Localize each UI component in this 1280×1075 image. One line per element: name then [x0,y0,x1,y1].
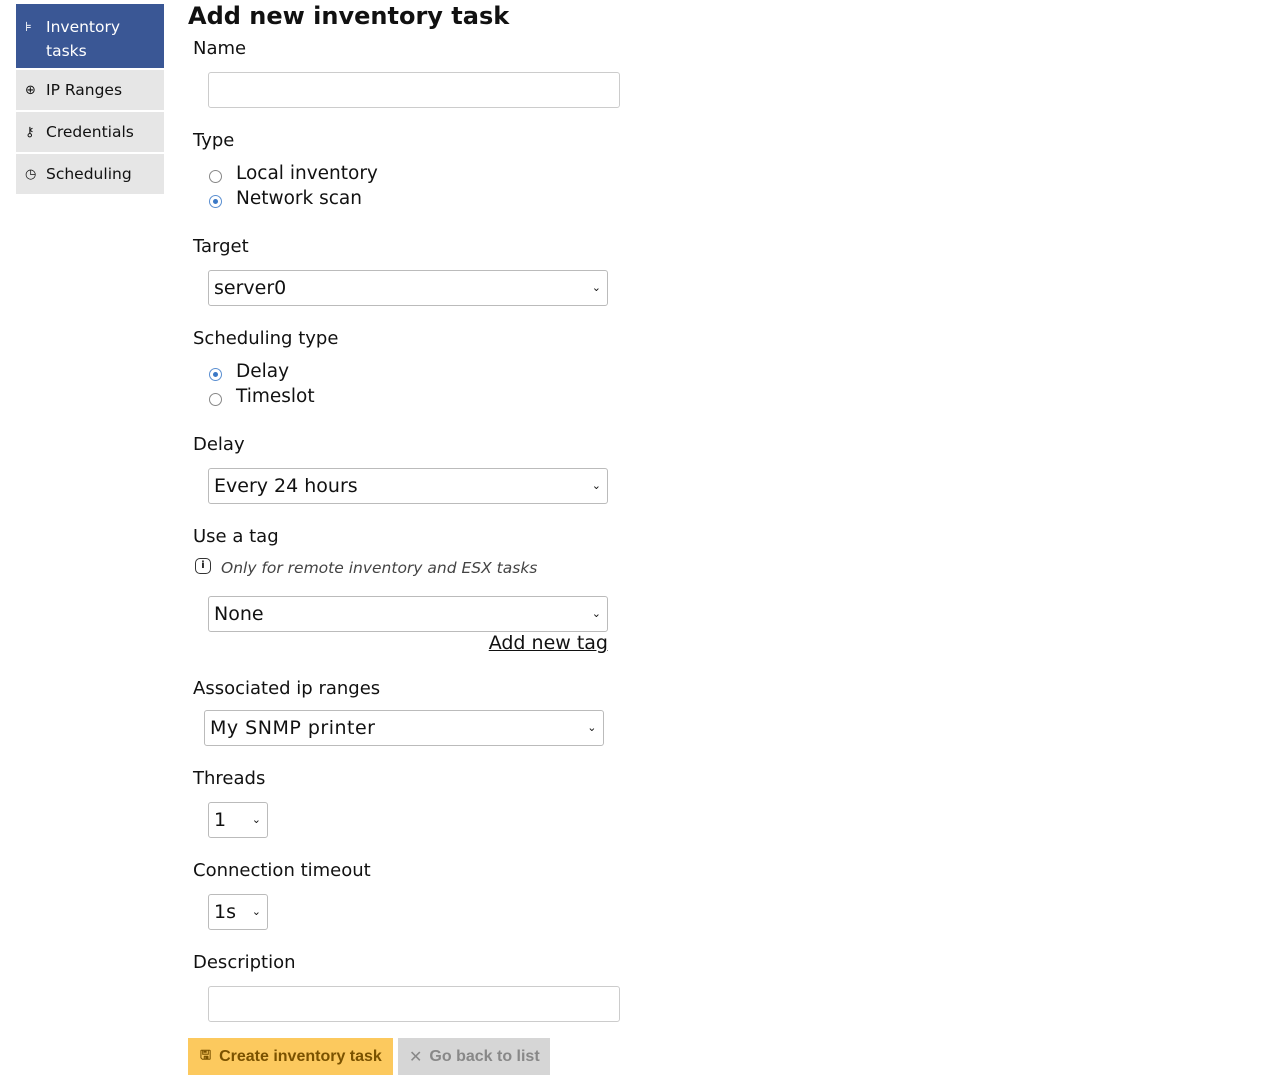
threads-value: 1 [214,809,227,831]
page-title: Add new inventory task [188,2,510,30]
target-label: Target [193,236,249,257]
delay-label: Delay [193,434,245,455]
chevron-down-icon: ⌄ [591,479,601,492]
delay-value: Every 24 hours [214,475,358,497]
threads-label: Threads [193,768,266,789]
back-label: Go back to list [429,1047,540,1065]
ip-ranges-value: My SNMP printer [210,717,376,739]
type-local-label[interactable]: Local inventory [236,163,378,184]
tag-hint: Only for remote inventory and ESX tasks [221,559,538,577]
chevron-down-icon: ⌄ [591,607,601,620]
timeout-label: Connection timeout [193,860,371,881]
description-label: Description [193,952,296,973]
info-icon: i [195,558,211,574]
description-input[interactable] [208,986,620,1022]
clock-icon: ◷ [25,166,37,182]
chevron-down-icon: ⌄ [251,813,261,826]
sidebar-item-ip-ranges[interactable]: ⊕ IP Ranges [16,70,164,110]
scheduling-type-label: Scheduling type [193,328,339,349]
sched-timeslot-label[interactable]: Timeslot [236,386,315,407]
chevron-down-icon: ⌄ [591,281,601,294]
sched-timeslot-radio[interactable] [209,393,222,406]
sidebar-item-inventory-tasks[interactable]: ⊧ Inventory tasks [16,4,164,68]
sidebar-item-label: IP Ranges [46,81,123,99]
sidebar-item-credentials[interactable]: ⚷ Credentials [16,112,164,152]
create-task-button[interactable]: 🖫 Create inventory task [188,1038,393,1075]
ip-ranges-label: Associated ip ranges [193,678,381,699]
network-icon: ⊕ [25,82,36,98]
target-select[interactable]: server0 ⌄ [208,270,608,306]
sched-delay-label[interactable]: Delay [236,361,289,382]
type-local-radio[interactable] [209,170,222,183]
name-input[interactable] [208,72,620,108]
name-label: Name [193,38,247,59]
threads-select[interactable]: 1 ⌄ [208,802,268,838]
sched-delay-radio[interactable] [209,368,222,381]
tag-value: None [214,603,264,625]
tag-select[interactable]: None ⌄ [208,596,608,632]
sidebar-item-label: Credentials [46,123,134,141]
chevron-down-icon: ⌄ [251,905,261,918]
tag-label: Use a tag [193,526,279,547]
key-icon: ⚷ [25,124,35,140]
delay-select[interactable]: Every 24 hours ⌄ [208,468,608,504]
type-label: Type [193,130,235,151]
go-back-button[interactable]: ✕ Go back to list [398,1038,550,1075]
sidebar-item-label: Inventory tasks [46,18,121,60]
sidebar-item-label: Scheduling [46,165,132,183]
close-icon: ✕ [409,1048,423,1066]
timeout-value: 1s [214,901,236,923]
target-value: server0 [214,277,287,299]
tree-icon: ⊧ [25,20,32,35]
chevron-down-icon: ⌄ [587,721,597,734]
timeout-select[interactable]: 1s ⌄ [208,894,268,930]
type-network-label[interactable]: Network scan [236,188,362,209]
ip-ranges-select[interactable]: My SNMP printer ⌄ [204,710,604,746]
sidebar-item-scheduling[interactable]: ◷ Scheduling [16,154,164,194]
add-new-tag-link[interactable]: Add new tag [489,632,608,654]
save-icon: 🖫 [200,1046,212,1062]
create-label: Create inventory task [219,1047,382,1065]
type-network-radio[interactable] [209,195,222,208]
